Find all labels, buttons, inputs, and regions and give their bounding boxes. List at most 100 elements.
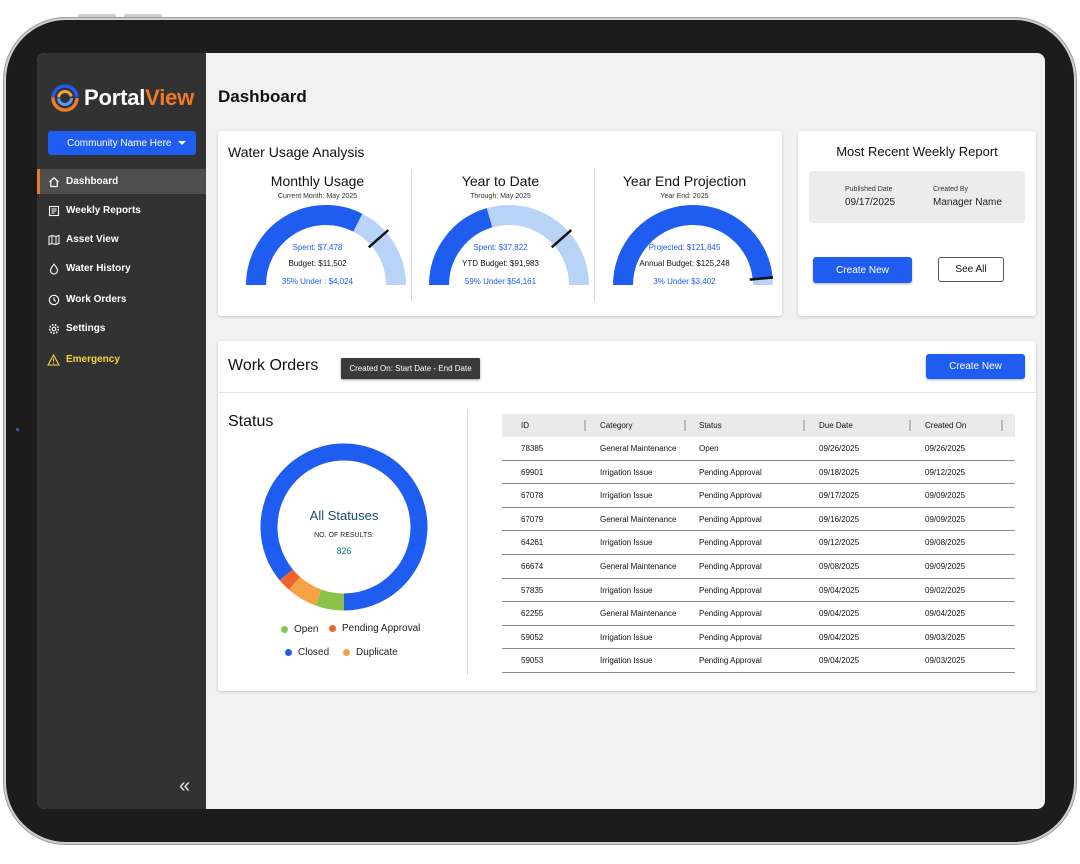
see-all-button[interactable]: See All	[938, 257, 1004, 282]
column-header-category[interactable]: Category	[600, 421, 632, 430]
cell-created-on: 09/03/2025	[925, 656, 966, 666]
legend-open: Open	[281, 624, 318, 635]
legend-dot	[343, 649, 350, 656]
column-resize-handle[interactable]	[803, 420, 805, 431]
create-report-button[interactable]: Create New	[813, 257, 912, 283]
cell-status: Pending Approval	[699, 467, 762, 477]
published-date-label: Published Date	[845, 186, 893, 193]
gear-icon	[47, 322, 60, 335]
column-header-due-date[interactable]: Due Date	[819, 421, 853, 430]
sidebar-item-label: Work Orders	[66, 294, 127, 305]
legend-dot	[281, 626, 288, 633]
page-title: Dashboard	[218, 87, 307, 106]
sidebar-item-work-orders[interactable]: Work Orders	[37, 287, 206, 312]
sidebar-item-settings[interactable]: Settings	[37, 316, 206, 341]
cell-created-on: 09/09/2025	[925, 514, 966, 524]
date-range-filter[interactable]: Created On: Start Date - End Date	[341, 358, 480, 379]
cell-id: 67078	[521, 491, 544, 501]
column-resize-handle[interactable]	[1001, 420, 1003, 431]
cell-category: General Maintenance	[600, 444, 677, 453]
gauge-subtitle: Current Month: May 2025	[277, 193, 358, 200]
table-row[interactable]: 66674 General Maintenance Pending Approval…	[502, 555, 1015, 579]
cell-due-date: 09/12/2025	[819, 538, 860, 548]
sidebar-item-weekly-reports[interactable]: Weekly Reports	[37, 198, 206, 223]
sidebar-item-dashboard[interactable]: Dashboard	[37, 169, 206, 194]
cell-status: Open	[699, 444, 719, 453]
cell-category: Irrigation Issue	[600, 467, 653, 477]
home-icon	[47, 175, 60, 188]
cell-created-on: 09/09/2025	[925, 561, 966, 571]
published-date-value: 09/17/2025	[845, 197, 896, 208]
gauge-budget: Annual Budget: $125,248	[639, 259, 730, 268]
column-header-id[interactable]: ID	[521, 421, 529, 430]
sidebar-item-asset-view[interactable]: Asset View	[37, 227, 206, 252]
cell-id: 59052	[521, 632, 544, 642]
gauge-monthly-usage: Monthly Usage Current Month: May 2025 Sp…	[226, 131, 409, 301]
cell-id: 59053	[521, 656, 544, 666]
table-row[interactable]: 59053 Irrigation Issue Pending Approval 09/…	[502, 649, 1015, 673]
cell-id: 57835	[521, 585, 544, 595]
weekly-report-title: Most Recent Weekly Report	[836, 144, 998, 159]
cell-due-date: 09/04/2025	[819, 585, 860, 595]
weekly-report-card: Most Recent Weekly Report Published Date…	[798, 131, 1036, 316]
table-row[interactable]: 64261 Irrigation Issue Pending Approval 09/…	[502, 531, 1015, 555]
table-row[interactable]: 62255 General Maintenance Pending Approval…	[502, 602, 1015, 626]
gauge-title: Year End Projection	[622, 173, 747, 189]
sidebar-item-emergency[interactable]: Emergency	[37, 347, 206, 372]
donut-segment-duplicate[interactable]	[288, 576, 322, 606]
column-resize-handle[interactable]	[684, 420, 686, 431]
cell-status: Pending Approval	[699, 656, 762, 666]
legend-duplicate: Duplicate	[343, 647, 398, 658]
status-donut-chart	[260, 443, 428, 611]
create-work-order-button[interactable]: Create New	[926, 354, 1025, 379]
community-select-label: Community Name Here	[67, 137, 172, 149]
gauge-year-to-date: Year to Date Through: May 2025 Spent: $3…	[409, 131, 592, 301]
logo[interactable]: PortalView	[50, 83, 194, 113]
collapse-sidebar-icon[interactable]: «	[179, 775, 190, 798]
status-table-divider	[467, 409, 468, 675]
column-resize-handle[interactable]	[584, 420, 586, 431]
cell-id: 66674	[521, 561, 544, 571]
work-orders-table: ID Category Status Due Date Created On 7…	[502, 414, 1015, 673]
cell-due-date: 09/18/2025	[819, 467, 860, 477]
gauge-title: Monthly Usage	[270, 173, 365, 189]
cell-category: Irrigation Issue	[600, 491, 653, 501]
cell-category: General Maintenance	[600, 514, 677, 524]
column-resize-handle[interactable]	[909, 420, 911, 431]
table-row[interactable]: 78385 General Maintenance Open 09/26/2025 09…	[502, 437, 1015, 461]
work-orders-title: Work Orders	[228, 357, 319, 374]
table-row[interactable]: 69901 Irrigation Issue Pending Approval 09/…	[502, 461, 1015, 485]
cell-category: Irrigation Issue	[600, 632, 653, 642]
sidebar-item-label: Water History	[66, 263, 131, 274]
cell-id: 69901	[521, 467, 544, 477]
report-summary[interactable]: Published Date 09/17/2025 Created By Man…	[809, 171, 1025, 223]
donut-center-label: All Statuses	[309, 508, 379, 523]
column-header-created-on[interactable]: Created On	[925, 421, 966, 430]
cell-category: General Maintenance	[600, 561, 677, 571]
cell-status: Pending Approval	[699, 514, 762, 524]
camera-dot	[16, 428, 19, 431]
cell-due-date: 09/17/2025	[819, 491, 860, 501]
caret-down-icon	[178, 141, 186, 145]
donut-segment-open[interactable]	[315, 589, 345, 611]
table-row[interactable]: 59052 Irrigation Issue Pending Approval 09/…	[502, 626, 1015, 650]
table-row[interactable]: 67079 General Maintenance Pending Approval…	[502, 508, 1015, 532]
gauge-variance: 3% Under $3,402	[653, 277, 716, 286]
cell-created-on: 09/26/2025	[925, 444, 966, 453]
donut-segment-pending-approval[interactable]	[279, 569, 301, 590]
status-title: Status	[228, 413, 274, 430]
community-select[interactable]: Community Name Here	[48, 131, 196, 155]
column-header-status[interactable]: Status	[699, 421, 722, 430]
sidebar-item-water-history[interactable]: Water History	[37, 256, 206, 281]
clock-icon	[47, 293, 60, 306]
table-row[interactable]: 57835 Irrigation Issue Pending Approval 09/…	[502, 579, 1015, 603]
cell-due-date: 09/04/2025	[819, 656, 860, 666]
table-row[interactable]: 67078 Irrigation Issue Pending Approval 09/…	[502, 484, 1015, 508]
report-icon	[47, 204, 60, 217]
cell-due-date: 09/04/2025	[819, 609, 860, 619]
cell-status: Pending Approval	[699, 632, 762, 642]
sidebar-item-label: Dashboard	[66, 176, 119, 187]
cell-status: Pending Approval	[699, 538, 762, 548]
cell-id: 78385	[521, 444, 544, 453]
cell-id: 64261	[521, 538, 544, 548]
